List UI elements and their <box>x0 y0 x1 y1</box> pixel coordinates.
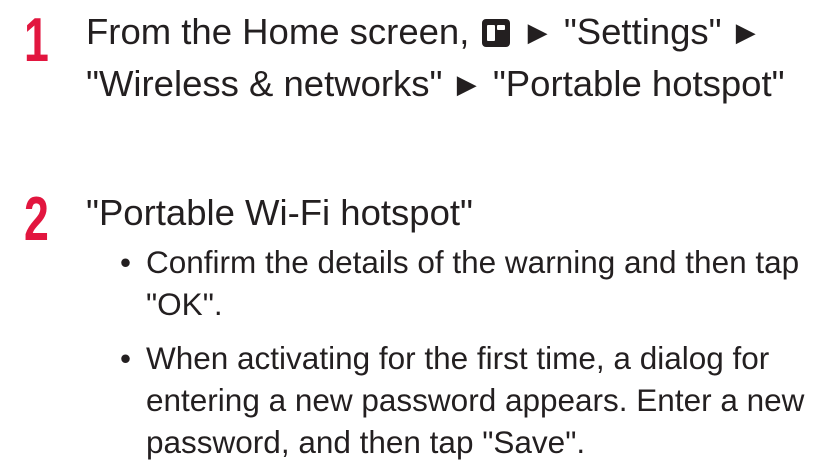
bullet-text: When activating for the first time, a di… <box>146 340 805 460</box>
step-1-wireless-networks: "Wireless & networks" <box>86 63 443 104</box>
bullet-icon: • <box>120 340 132 376</box>
step-1-text-home: From the Home screen, <box>86 11 480 52</box>
step-2-bullet-list: • Confirm the details of the warning and… <box>118 241 818 475</box>
instruction-page: { "steps": [ { "number": "1", "text_part… <box>0 0 832 460</box>
step-1-text: From the Home screen, ▶ "Settings" ▶ "Wi… <box>86 6 816 110</box>
arrow-right-icon: ▶ <box>527 17 548 47</box>
step-number-1: 1 <box>24 6 49 75</box>
home-app-key-icon <box>481 19 510 47</box>
step-1-portable-hotspot: "Portable hotspot" <box>492 63 785 104</box>
step-2-text: "Portable Wi-Fi hotspot" <box>86 192 473 233</box>
bullet-icon: • <box>120 244 132 280</box>
list-item: • When activating for the first time, a … <box>118 337 818 463</box>
list-item: • Confirm the details of the warning and… <box>118 241 818 325</box>
bullet-text: Confirm the details of the warning and t… <box>146 244 800 322</box>
step-number-2: 2 <box>24 185 49 254</box>
step-1-settings: "Settings" <box>563 11 722 52</box>
arrow-right-icon: ▶ <box>456 69 477 99</box>
arrow-right-icon: ▶ <box>735 17 756 47</box>
